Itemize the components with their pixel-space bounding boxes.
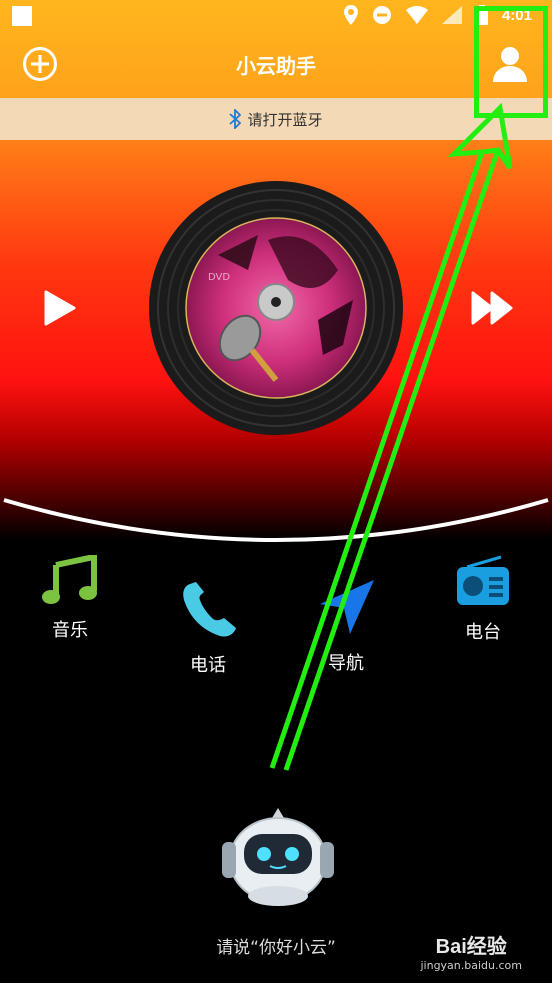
annotation-arrow <box>269 102 513 771</box>
